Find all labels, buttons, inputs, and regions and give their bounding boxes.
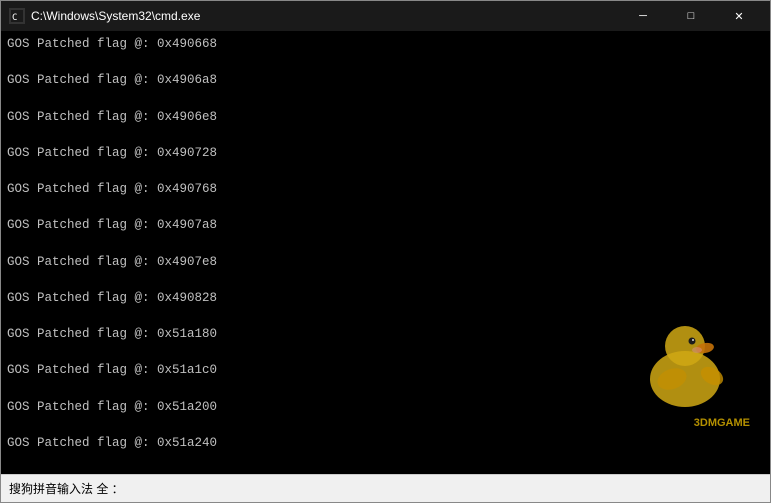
ime-bar: 搜狗拼音输入法 全 ：: [1, 474, 770, 502]
console-line: GOS Patched flag @: 0x4906e8: [7, 108, 764, 126]
console-line: GOS Patched flag @: 0x4906a8: [7, 71, 764, 89]
title-bar: C C:\Windows\System32\cmd.exe ─ □ ✕: [1, 1, 770, 31]
console-line: GOS Patched flag @: 0x4907a8: [7, 216, 764, 234]
cmd-icon: C: [9, 8, 25, 24]
window-controls: ─ □ ✕: [620, 1, 762, 31]
console-line: GOS Patched flag @: 0x490668: [7, 35, 764, 53]
svg-text:C: C: [12, 13, 17, 22]
watermark-text: 3DMGAME: [694, 417, 750, 429]
window-title: C:\Windows\System32\cmd.exe: [31, 9, 620, 23]
minimize-button[interactable]: ─: [620, 1, 666, 31]
console-area: GOS Patched flag @: 0x490668 GOS Patched…: [1, 31, 770, 474]
watermark-duck: [630, 304, 740, 414]
console-line: GOS Patched flag @: 0x490768: [7, 180, 764, 198]
maximize-button[interactable]: □: [668, 1, 714, 31]
close-button[interactable]: ✕: [716, 1, 762, 31]
cmd-window: C C:\Windows\System32\cmd.exe ─ □ ✕ GOS …: [0, 0, 771, 503]
console-line: GOS Patched flag @: 0x51a240: [7, 434, 764, 452]
ime-label: 搜狗拼音输入法 全 ：: [9, 480, 124, 497]
console-line: GOS Patched flag @: 0x4907e8: [7, 253, 764, 271]
console-line: GOS Patched flag @: 0x490728: [7, 144, 764, 162]
